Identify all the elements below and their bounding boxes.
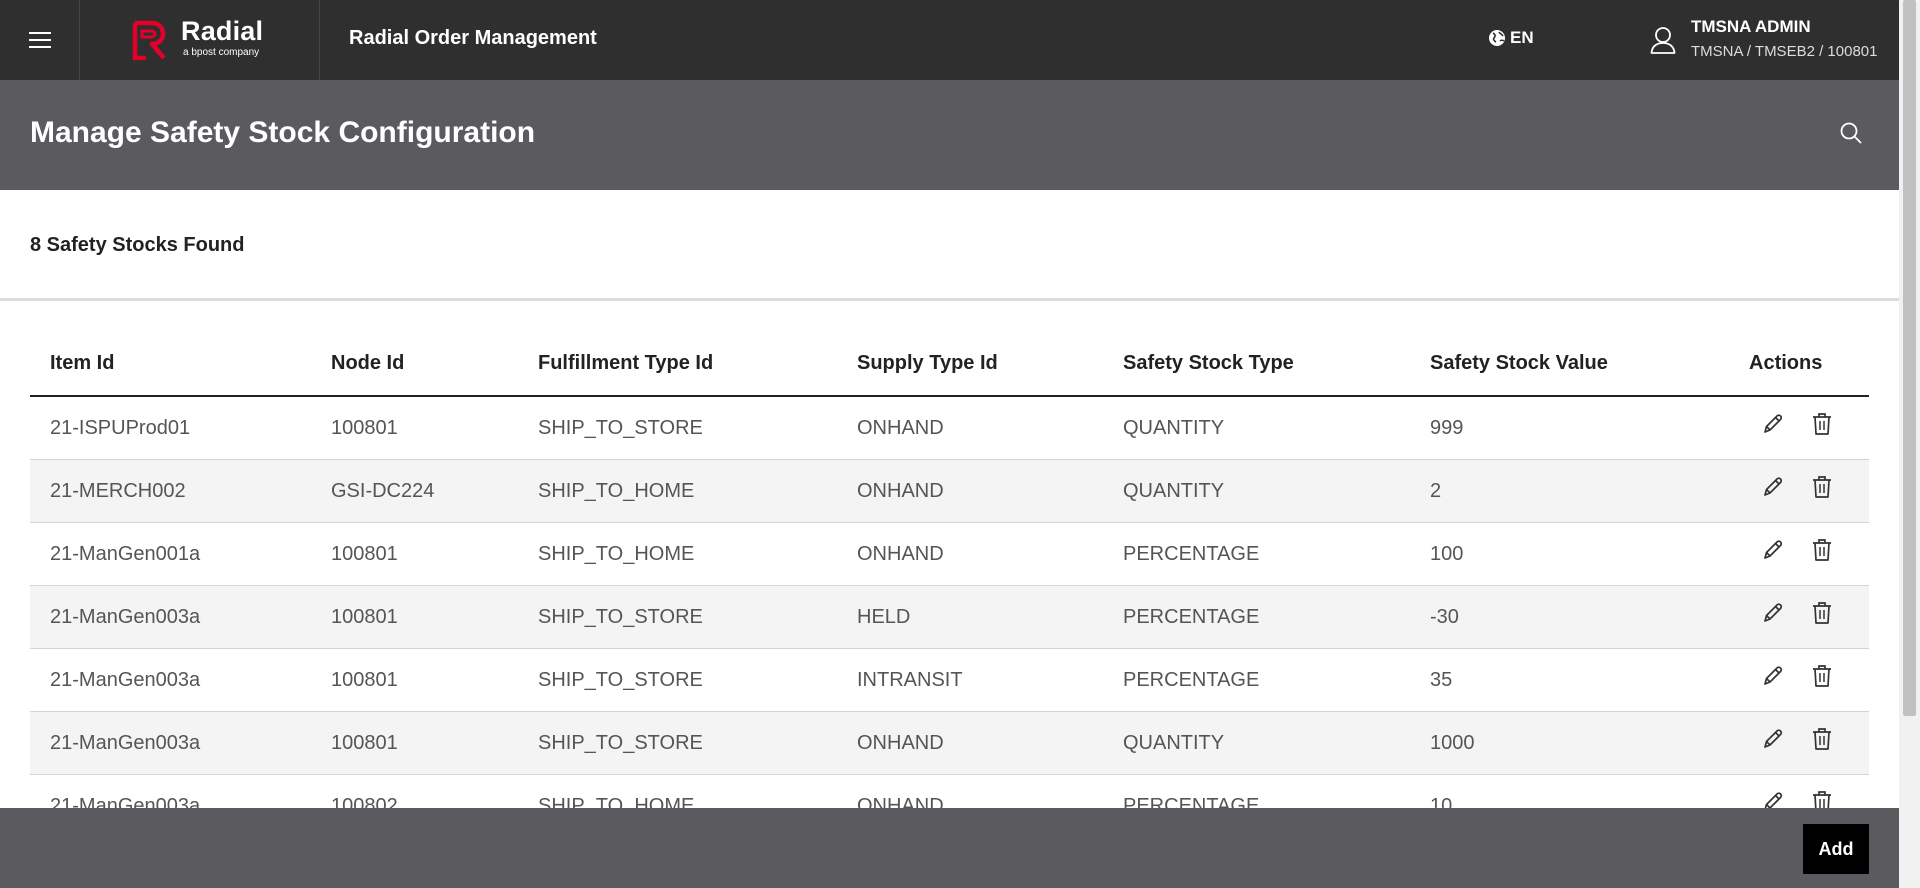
cell-item-id: 21-MERCH002 (50, 480, 186, 502)
cell-item-id: 21-ManGen003a (50, 669, 201, 691)
radial-logo-mark-icon (132, 20, 166, 60)
cell-safety-stock-value: 100 (1430, 543, 1464, 565)
cell-fulfillment-type-id: SHIP_TO_STORE (538, 669, 703, 691)
safety-stock-table: Item Id Node Id Fulfillment Type Id Supp… (30, 336, 1869, 838)
table-row: 21-MERCH002 GSI-DC224 SHIP_TO_HOME ONHAN… (30, 460, 1869, 523)
pencil-icon[interactable] (1761, 664, 1783, 688)
page-title: Manage Safety Stock Configuration (30, 116, 536, 149)
cell-node-id: 100801 (331, 543, 398, 565)
table-header: Item Id Node Id Fulfillment Type Id Supp… (30, 336, 1869, 397)
trash-icon[interactable] (1812, 538, 1832, 562)
cell-fulfillment-type-id: SHIP_TO_STORE (538, 606, 703, 628)
table-body: 21-ISPUProd01 100801 SHIP_TO_STORE ONHAN… (30, 397, 1869, 838)
cell-safety-stock-value: 999 (1430, 417, 1464, 439)
top-bar: Radial a bpost company Radial Order Mana… (0, 0, 1899, 80)
cell-safety-stock-type: QUANTITY (1123, 417, 1225, 439)
language-selector[interactable]: EN (1488, 28, 1534, 48)
column-header-safety-stock-type[interactable]: Safety Stock Type (1123, 352, 1294, 375)
cell-supply-type-id: ONHAND (857, 480, 944, 502)
pencil-icon[interactable] (1761, 538, 1783, 562)
cell-safety-stock-type: QUANTITY (1123, 732, 1225, 754)
cell-fulfillment-type-id: SHIP_TO_HOME (538, 480, 695, 502)
cell-safety-stock-value: 2 (1430, 480, 1442, 502)
column-header-fulfillment-type-id[interactable]: Fulfillment Type Id (538, 352, 713, 375)
trash-icon[interactable] (1812, 727, 1832, 751)
footer-bar: Add (0, 808, 1899, 888)
cell-fulfillment-type-id: SHIP_TO_HOME (538, 543, 695, 565)
table-row: 21-ISPUProd01 100801 SHIP_TO_STORE ONHAN… (30, 397, 1869, 460)
globe-icon (1489, 30, 1505, 46)
menu-button[interactable] (0, 0, 80, 80)
cell-node-id: 100801 (331, 606, 398, 628)
language-code: EN (1510, 28, 1534, 47)
cell-supply-type-id: ONHAND (857, 543, 944, 565)
column-header-safety-stock-value[interactable]: Safety Stock Value (1430, 352, 1608, 375)
table-row: 21-ManGen003a 100801 SHIP_TO_STORE INTRA… (30, 649, 1869, 712)
column-header-node-id[interactable]: Node Id (331, 352, 404, 375)
table-row: 21-ManGen003a 100801 SHIP_TO_STORE HELD … (30, 586, 1869, 649)
logo-tagline: a bpost company (183, 47, 260, 58)
cell-safety-stock-type: PERCENTAGE (1123, 543, 1260, 565)
cell-node-id: 100801 (331, 669, 398, 691)
page-header: Manage Safety Stock Configuration (0, 80, 1899, 190)
cell-supply-type-id: INTRANSIT (857, 669, 963, 691)
cell-supply-type-id: ONHAND (857, 732, 944, 754)
app-title: Radial Order Management (349, 27, 597, 49)
pencil-icon[interactable] (1761, 727, 1783, 751)
pencil-icon[interactable] (1761, 601, 1783, 625)
radial-logo[interactable]: Radial a bpost company (80, 0, 320, 80)
cell-safety-stock-value: -30 (1430, 606, 1459, 628)
trash-icon[interactable] (1812, 475, 1832, 499)
cell-safety-stock-value: 1000 (1430, 732, 1475, 754)
trash-icon[interactable] (1812, 601, 1832, 625)
cell-supply-type-id: HELD (857, 606, 911, 628)
trash-icon[interactable] (1812, 412, 1832, 436)
cell-item-id: 21-ISPUProd01 (50, 417, 191, 439)
table-row: 21-ManGen003a 100801 SHIP_TO_STORE ONHAN… (30, 712, 1869, 775)
cell-safety-stock-type: QUANTITY (1123, 480, 1225, 502)
cell-fulfillment-type-id: SHIP_TO_STORE (538, 732, 703, 754)
table-row: 21-ManGen001a 100801 SHIP_TO_HOME ONHAND… (30, 523, 1869, 586)
cell-node-id: 100801 (331, 732, 398, 754)
logo-name: Radial (181, 16, 264, 46)
pencil-icon[interactable] (1761, 412, 1783, 436)
cell-item-id: 21-ManGen001a (50, 543, 201, 565)
cell-supply-type-id: ONHAND (857, 417, 944, 439)
user-name: TMSNA ADMIN (1691, 17, 1811, 36)
cell-safety-stock-value: 35 (1430, 669, 1453, 691)
user-organization: TMSNA / TMSEB2 / 100801 (1691, 43, 1878, 60)
column-header-item-id[interactable]: Item Id (50, 352, 114, 375)
add-button[interactable]: Add (1803, 824, 1869, 874)
cell-safety-stock-type: PERCENTAGE (1123, 606, 1260, 628)
results-count: 8 Safety Stocks Found (30, 234, 245, 256)
hamburger-menu-icon (28, 32, 51, 48)
trash-icon[interactable] (1812, 664, 1832, 688)
cell-fulfillment-type-id: SHIP_TO_STORE (538, 417, 703, 439)
cell-node-id: GSI-DC224 (331, 480, 435, 502)
column-header-actions: Actions (1749, 352, 1823, 374)
cell-safety-stock-type: PERCENTAGE (1123, 669, 1260, 691)
user-icon[interactable] (1650, 26, 1676, 54)
cell-node-id: 100801 (331, 417, 398, 439)
cell-item-id: 21-ManGen003a (50, 606, 201, 628)
cell-item-id: 21-ManGen003a (50, 732, 201, 754)
column-header-supply-type-id[interactable]: Supply Type Id (857, 352, 998, 375)
scrollbar-thumb[interactable] (1903, 0, 1916, 716)
section-divider (0, 298, 1899, 301)
pencil-icon[interactable] (1761, 475, 1783, 499)
search-icon[interactable] (1840, 122, 1862, 144)
